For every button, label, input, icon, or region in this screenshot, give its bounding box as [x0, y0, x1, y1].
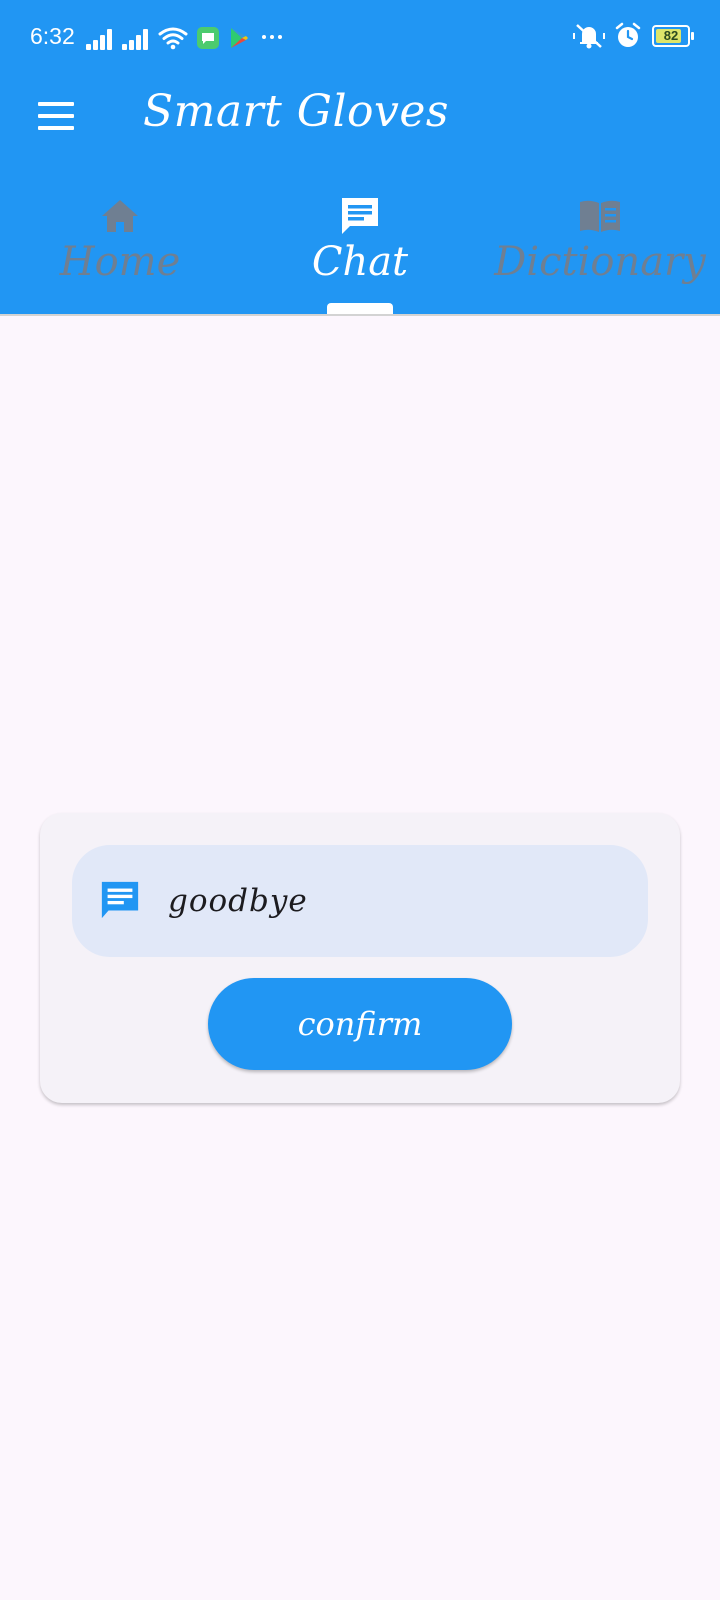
- play-store-icon: [231, 28, 248, 48]
- battery-icon: 82: [652, 25, 694, 47]
- signal-icon: [122, 28, 150, 50]
- battery-level: 82: [663, 28, 679, 43]
- mute-vibrate-icon: [573, 24, 605, 49]
- status-time: 6:32: [30, 23, 75, 49]
- message-app-icon: [197, 27, 219, 49]
- more-notifications-icon: [262, 35, 282, 39]
- signal-icon: [86, 28, 114, 50]
- tab-chat[interactable]: Chat: [240, 188, 480, 314]
- wifi-icon: [158, 27, 188, 50]
- menu-icon: [38, 102, 74, 106]
- tab-dictionary-label: Dictionary: [494, 239, 706, 285]
- tab-dictionary[interactable]: Dictionary: [480, 188, 720, 314]
- tab-home[interactable]: Home: [0, 188, 240, 314]
- confirm-button[interactable]: confirm: [208, 978, 512, 1070]
- message-input-value: goodbye: [168, 883, 308, 919]
- home-icon: [102, 200, 138, 232]
- confirm-label: confirm: [297, 1005, 423, 1043]
- status-bar: 6:32 82: [0, 0, 720, 72]
- book-icon: [580, 200, 620, 232]
- app-title: Smart Gloves: [143, 86, 449, 137]
- tab-indicator: [327, 303, 393, 314]
- tab-chat-label: Chat: [311, 239, 409, 285]
- chat-card: goodbye confirm: [40, 813, 680, 1103]
- alarm-icon: [615, 22, 641, 47]
- menu-button[interactable]: [36, 96, 76, 136]
- message-input[interactable]: goodbye: [72, 845, 648, 957]
- chat-icon: [101, 881, 139, 919]
- status-left-icons: [86, 22, 284, 50]
- status-right-icons: 82: [572, 20, 694, 52]
- chat-icon: [342, 198, 378, 234]
- tab-home-label: Home: [59, 239, 181, 285]
- tab-bar: Home Chat Dictionary: [0, 188, 720, 316]
